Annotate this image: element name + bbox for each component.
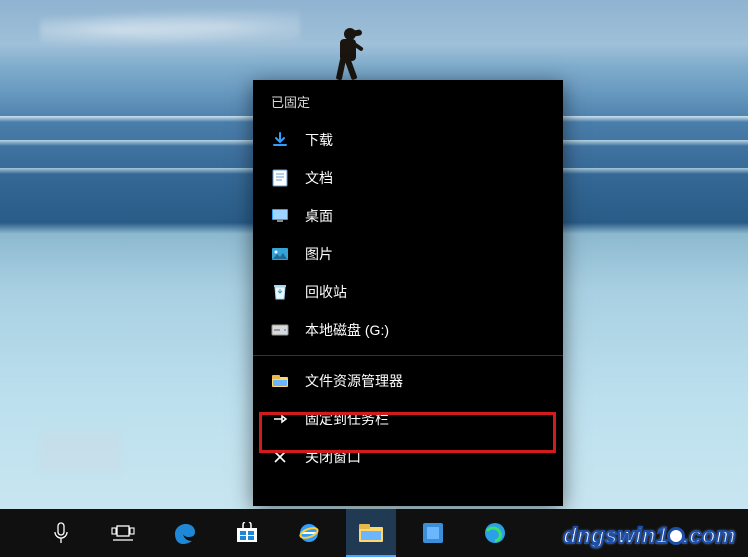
jumplist-action-pin-to-taskbar[interactable]: 固定到任务栏 — [253, 400, 563, 438]
task-view-icon — [111, 524, 135, 542]
taskbar-task-view[interactable] — [98, 509, 148, 557]
taskbar-browser-360[interactable] — [470, 509, 520, 557]
document-icon — [271, 169, 289, 187]
jumplist-item-label: 文档 — [305, 168, 547, 188]
drive-icon — [271, 321, 289, 339]
store-icon — [235, 522, 259, 544]
jumplist-item-pictures[interactable]: 图片 — [253, 235, 563, 273]
wallpaper-blur-box — [40, 432, 120, 472]
jumplist-item-label: 下载 — [305, 130, 547, 150]
pin-icon — [271, 410, 289, 428]
edge-icon — [172, 520, 198, 546]
close-icon — [271, 448, 289, 466]
taskbar-store[interactable] — [222, 509, 272, 557]
jumplist-item-label: 文件资源管理器 — [305, 371, 547, 391]
jumplist-section-pinned: 已固定 — [253, 80, 563, 121]
ie-icon — [296, 520, 322, 546]
taskbar-file-explorer[interactable] — [346, 509, 396, 557]
mic-icon — [53, 522, 69, 544]
taskbar-ie[interactable] — [284, 509, 334, 557]
jumplist-item-label: 固定到任务栏 — [305, 409, 547, 429]
explorer-icon — [271, 372, 289, 390]
watermark-text-right: .com — [683, 523, 736, 548]
download-arrow-icon — [271, 131, 289, 149]
jumplist-divider — [253, 355, 563, 356]
desktop-icon — [271, 207, 289, 225]
desktop: 已固定 下载 文档 桌面 图片 — [0, 0, 748, 557]
wallpaper-clouds — [40, 10, 300, 50]
jumplist-item-documents[interactable]: 文档 — [253, 159, 563, 197]
jumplist-item-downloads[interactable]: 下载 — [253, 121, 563, 159]
ball-360-icon — [483, 521, 507, 545]
blue-app-icon — [422, 522, 444, 544]
taskbar-edge[interactable] — [160, 509, 210, 557]
jumplist-action-close-window[interactable]: 关闭窗口 — [253, 438, 563, 476]
jumplist-menu: 已固定 下载 文档 桌面 图片 — [253, 80, 563, 506]
jumplist-app-file-explorer[interactable]: 文件资源管理器 — [253, 362, 563, 400]
wallpaper-figure — [330, 28, 366, 80]
taskbar-app-blue[interactable] — [408, 509, 458, 557]
jumplist-item-label: 关闭窗口 — [305, 447, 547, 467]
taskbar-cortana[interactable] — [36, 509, 86, 557]
jumplist-item-label: 图片 — [305, 244, 547, 264]
watermark-text-left: dngswin1 — [563, 523, 668, 548]
jumplist-item-label: 本地磁盘 (G:) — [305, 320, 547, 340]
jumplist-item-drive-g[interactable]: 本地磁盘 (G:) — [253, 311, 563, 349]
explorer-icon — [358, 523, 384, 543]
jumplist-item-label: 回收站 — [305, 282, 547, 302]
watermark: dngswin1 .com — [563, 523, 736, 549]
recycle-bin-icon — [271, 283, 289, 301]
pictures-icon — [271, 245, 289, 263]
jumplist-item-label: 桌面 — [305, 206, 547, 226]
jumplist-item-recycle[interactable]: 回收站 — [253, 273, 563, 311]
jumplist-item-desktop[interactable]: 桌面 — [253, 197, 563, 235]
